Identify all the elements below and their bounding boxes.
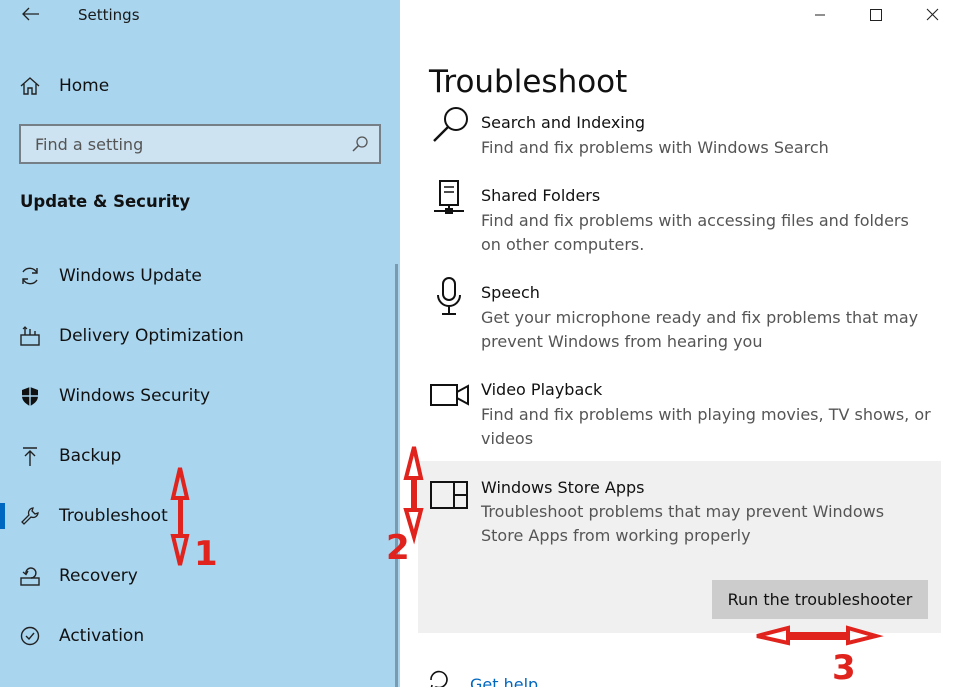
troubleshooter-search-indexing[interactable]: Search and Indexing Find and fix problem… [418,107,941,165]
back-arrow-icon [22,6,40,25]
search-box[interactable] [19,124,381,164]
recovery-icon [18,564,42,588]
store-apps-icon [429,481,471,521]
sidebar-item-label: Windows Security [59,386,211,406]
search-icon[interactable] [351,135,369,153]
get-help-link[interactable]: Get help [470,675,538,687]
troubleshooter-name: Windows Store Apps [481,478,645,497]
app-title: Settings [78,6,140,24]
sidebar-item-label: Windows Update [59,266,202,286]
main-content: Troubleshoot Search and Indexing Find an… [400,0,960,687]
title-bar-left: Settings [0,0,400,32]
sidebar-item-activation[interactable]: Activation [0,614,396,658]
back-button[interactable] [18,2,44,28]
troubleshooter-description: Find and fix problems with Windows Searc… [481,138,829,157]
sidebar-scrollbar[interactable] [395,264,398,687]
sidebar-item-label: Troubleshoot [59,506,168,526]
sidebar-item-windows-security[interactable]: Windows Security [0,374,396,418]
troubleshooter-description: Get your microphone ready and fix proble… [481,308,919,351]
run-troubleshooter-button[interactable]: Run the troubleshooter [712,580,928,619]
video-camera-icon [429,380,471,420]
troubleshooter-description: Find and fix problems with accessing fil… [481,211,909,254]
help-chat-icon [428,670,450,687]
annotation-number-3: 3 [832,648,856,687]
search-input[interactable] [21,126,341,162]
microphone-icon [429,277,471,317]
sidebar-item-windows-update[interactable]: Windows Update [0,254,396,298]
sidebar-item-label: Delivery Optimization [59,326,244,346]
troubleshooter-shared-folders[interactable]: Shared Folders Find and fix problems wit… [418,180,941,260]
nav-home[interactable]: Home [0,64,396,108]
close-button[interactable] [904,0,960,30]
section-title: Update & Security [20,192,191,211]
annotation-number-1: 1 [194,534,218,574]
annotation-number-2: 2 [386,528,410,568]
maximize-button[interactable] [848,0,904,30]
magnifier-icon [429,107,471,147]
sidebar: Settings Home Update & Security Windows … [0,0,400,687]
troubleshooter-name: Search and Indexing [481,113,646,132]
sidebar-item-label: Backup [59,446,122,466]
troubleshooter-speech[interactable]: Speech Get your microphone ready and fix… [418,277,941,357]
troubleshooter-name: Speech [481,283,540,302]
sidebar-item-label: Activation [59,626,145,646]
minimize-icon [814,6,826,25]
troubleshooter-name: Video Playback [481,380,603,399]
sidebar-item-backup[interactable]: Backup [0,434,396,478]
troubleshooter-windows-store-apps[interactable]: Windows Store Apps Troubleshoot problems… [418,461,941,633]
wrench-icon [18,504,42,528]
window-controls [792,0,960,32]
sidebar-item-label: Recovery [59,566,138,586]
troubleshooter-name: Shared Folders [481,186,601,205]
close-icon [926,6,939,25]
home-icon [18,74,42,98]
troubleshooter-video-playback[interactable]: Video Playback Find and fix problems wit… [418,380,941,454]
nav-home-label: Home [59,76,110,96]
network-drive-icon [429,180,471,220]
active-indicator [0,503,5,529]
check-circle-icon [18,624,42,648]
troubleshooter-description: Find and fix problems with playing movie… [481,405,931,448]
backup-arrow-icon [18,444,42,468]
sidebar-item-troubleshoot[interactable]: Troubleshoot [0,494,396,538]
maximize-icon [870,6,882,25]
sidebar-item-delivery-optimization[interactable]: Delivery Optimization [0,314,396,358]
troubleshooter-description: Troubleshoot problems that may prevent W… [481,502,885,545]
delivery-optimization-icon [18,324,42,348]
sync-icon [18,264,42,288]
shield-icon [18,384,42,408]
minimize-button[interactable] [792,0,848,30]
page-title: Troubleshoot [429,64,628,100]
